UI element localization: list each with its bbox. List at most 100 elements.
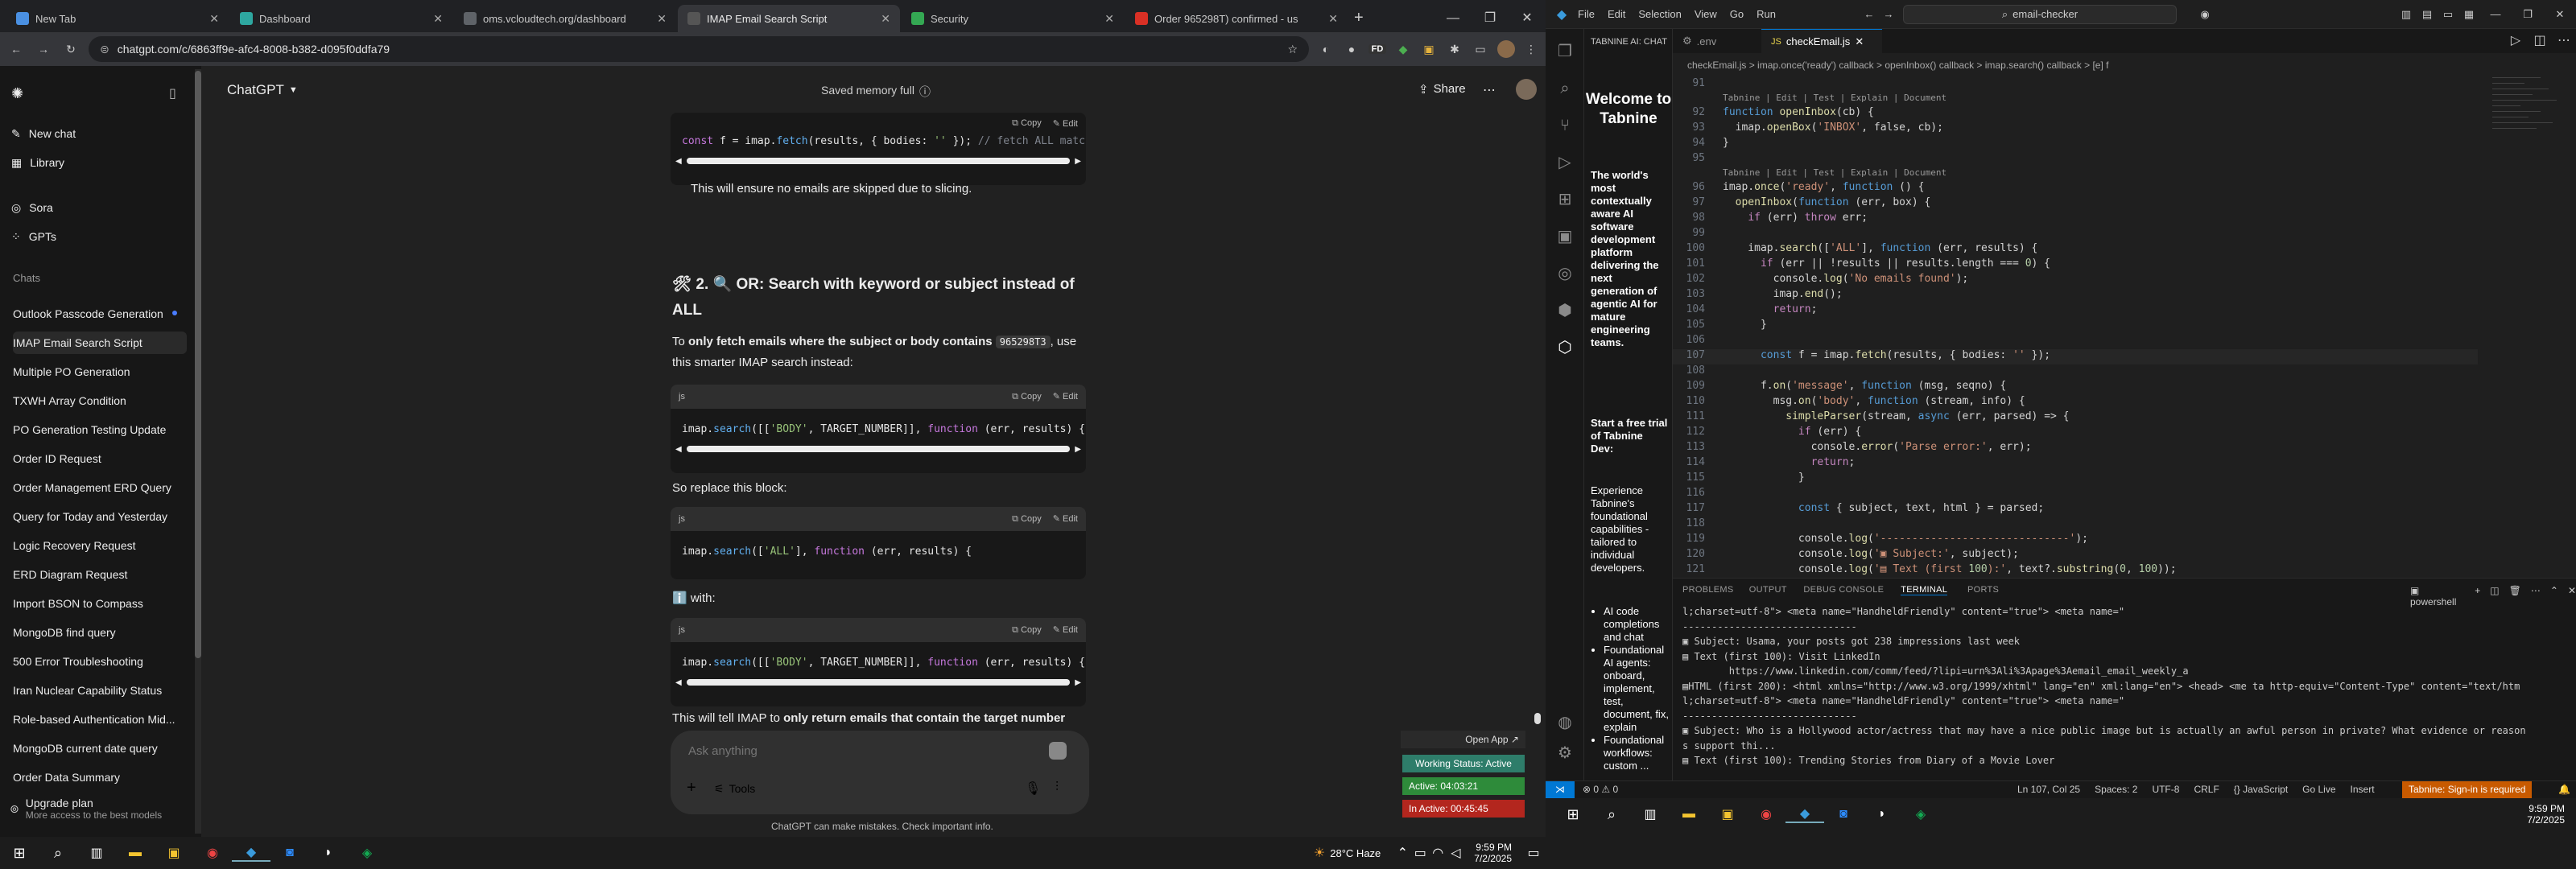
chat-history-item[interactable]: Outlook Passcode Generation — [13, 303, 187, 325]
tray-chevron-icon[interactable]: ⌃ — [1393, 845, 1411, 861]
edit-button[interactable]: ✎ Edit — [1053, 118, 1078, 129]
chrome-icon[interactable]: ◉ — [193, 845, 232, 861]
close-window-icon[interactable]: ✕ — [1509, 10, 1546, 26]
volume-icon[interactable]: ◁ — [1447, 845, 1464, 861]
bookmark-star-icon[interactable]: ☆ — [1287, 43, 1298, 56]
compass-icon[interactable]: ◈ — [1901, 806, 1940, 822]
extensions-puzzle-icon[interactable]: ✱ — [1446, 43, 1463, 56]
minimize-icon[interactable]: — — [2479, 8, 2512, 20]
store-icon[interactable]: ▣ — [1708, 806, 1747, 822]
source-control-icon[interactable]: ⑂ — [1555, 116, 1575, 135]
chat-history-item[interactable]: ERD Diagram Request — [13, 563, 187, 586]
breadcrumb[interactable]: checkEmail.js > imap.once('ready') callb… — [1687, 60, 2108, 71]
sora-button[interactable]: ◎ Sora — [11, 196, 53, 219]
browser-tab[interactable]: oms.vcloudtech.org/dashboard ✕ — [454, 5, 676, 32]
status-item[interactable]: Spaces: 2 — [2095, 784, 2137, 795]
extension-icon[interactable]: ◆ — [1394, 43, 1412, 56]
layout-icon[interactable]: ▥ — [2396, 8, 2417, 21]
gpts-button[interactable]: ⁘ GPTs — [11, 225, 56, 248]
chat-history-item[interactable]: Import BSON to Compass — [13, 592, 187, 615]
new-tab-icon[interactable]: + — [1354, 9, 1364, 27]
forward-icon[interactable]: → — [34, 43, 53, 56]
close-icon[interactable]: ✕ — [433, 12, 443, 26]
menu-item-view[interactable]: View — [1695, 8, 1717, 20]
search-icon[interactable]: ⌕ — [1555, 79, 1575, 98]
chat-history-item[interactable]: 500 Error Troubleshooting — [13, 650, 187, 673]
status-item[interactable]: {} JavaScript — [2234, 784, 2288, 795]
copy-button[interactable]: ⧉ Copy — [1012, 625, 1042, 635]
tools-button[interactable]: ⚟ Tools — [714, 782, 755, 796]
forward-icon[interactable]: → — [1879, 8, 1898, 20]
zoom-icon[interactable]: ◙ — [270, 846, 309, 860]
layout-icon[interactable]: ▤ — [2417, 8, 2438, 21]
docker-icon[interactable]: ⬢ — [1555, 301, 1575, 320]
vscode-icon[interactable]: ◆ — [1785, 805, 1824, 823]
panel-tab-problems[interactable]: PROBLEMS — [1682, 585, 1734, 595]
file-explorer-icon[interactable]: ▬ — [1670, 807, 1708, 822]
network-icon[interactable]: ▭ — [1411, 845, 1429, 861]
status-item[interactable]: Go Live — [2302, 784, 2335, 795]
openai-logo-icon[interactable]: ✺ — [11, 85, 23, 102]
sidebar-scrollbar[interactable] — [195, 69, 201, 834]
chat-history-item[interactable]: MongoDB find query — [13, 621, 187, 644]
split-view-icon[interactable]: ▭ — [1472, 43, 1489, 56]
compass-icon[interactable]: ◈ — [348, 845, 386, 861]
task-view-icon[interactable]: ▥ — [1631, 806, 1670, 822]
open-app-button[interactable]: Open App ↗ — [1401, 731, 1525, 748]
chat-history-item[interactable]: Logic Recovery Request — [13, 534, 187, 557]
chrome-icon[interactable]: ◉ — [1747, 806, 1785, 822]
copy-button[interactable]: ⧉ Copy — [1012, 392, 1042, 402]
menu-item-go[interactable]: Go — [1730, 8, 1744, 20]
run-debug-icon[interactable]: ▷ — [1555, 153, 1575, 172]
model-selector[interactable]: ChatGPT ▼ — [227, 82, 298, 98]
app-icon[interactable]: ◗ — [1863, 807, 1901, 822]
copy-button[interactable]: ⧉ Copy — [1012, 514, 1042, 524]
weather-text[interactable]: 28°C Haze — [1330, 847, 1381, 859]
chat-history-item[interactable]: TXWH Array Condition — [13, 389, 187, 412]
copilot-icon[interactable]: ◉ — [2193, 8, 2217, 21]
panel-tab-debug-console[interactable]: DEBUG CONSOLE — [1803, 585, 1884, 595]
chat-history-item[interactable]: Query for Today and Yesterday — [13, 505, 187, 528]
code-lens[interactable]: Tabnine | Edit | Test | Explain | Docume… — [1723, 167, 1946, 180]
message-input[interactable] — [688, 740, 1010, 761]
minimize-icon[interactable]: — — [1435, 11, 1472, 26]
terminal-output[interactable]: l;charset=utf-8"> <meta name="HandheldFr… — [1673, 603, 2576, 780]
layout-icon[interactable]: ▦ — [2458, 8, 2479, 21]
address-bar[interactable]: ⊜ chatgpt.com/c/6863ff9e-afc4-8008-b382-… — [89, 36, 1309, 62]
browser-tab[interactable]: Dashboard ✕ — [230, 5, 452, 32]
chat-history-item[interactable]: IMAP Email Search Script — [13, 332, 187, 354]
chrome-menu-icon[interactable]: ⋮ — [1523, 43, 1539, 56]
explorer-icon[interactable]: ❐ — [1555, 42, 1575, 61]
more-actions-icon[interactable]: ⋯ — [2552, 29, 2576, 53]
chat-history-item[interactable]: Role-based Authentication Mid... — [13, 708, 187, 731]
menu-item-selection[interactable]: Selection — [1638, 8, 1681, 20]
vscode-icon[interactable]: ◆ — [232, 844, 270, 862]
problems-indicator[interactable]: ⊗ 0 ⚠ 0 — [1583, 784, 1618, 795]
app-icon[interactable]: ◗ — [309, 846, 348, 860]
extension-icon[interactable]: FD — [1368, 44, 1386, 54]
tab-env[interactable]: ⚙ .env — [1673, 29, 1761, 53]
editor[interactable]: ⚙ .env JS checkEmail.js ✕ ▷ ◫ ⋯ checkEmail.… — [1673, 29, 2576, 578]
status-item[interactable]: UTF-8 — [2152, 784, 2179, 795]
reload-icon[interactable]: ↻ — [61, 43, 80, 56]
close-window-icon[interactable]: ✕ — [2544, 8, 2576, 21]
horizontal-scrollbar[interactable]: ◀ ▶ — [671, 155, 1086, 167]
horizontal-scrollbar[interactable]: ◀ ▶ — [671, 443, 1086, 455]
command-search[interactable]: ⌕ email-checker — [1903, 4, 2177, 24]
page-scrollbar[interactable] — [1534, 69, 1542, 834]
close-icon[interactable]: ✕ — [657, 12, 667, 26]
chat-history-item[interactable]: Multiple PO Generation — [13, 360, 187, 383]
chat-history-item[interactable]: Order ID Request — [13, 447, 187, 470]
browser-tab[interactable]: Security ✕ — [902, 5, 1124, 32]
menu-item-edit[interactable]: Edit — [1608, 8, 1625, 20]
attach-plus-icon[interactable]: + — [687, 779, 696, 797]
chat-history-item[interactable]: Order Management ERD Query — [13, 476, 187, 499]
chat-history-item[interactable]: PO Generation Testing Update — [13, 418, 187, 441]
chat-history-item[interactable]: Iran Nuclear Capability Status — [13, 679, 187, 702]
code-area[interactable]: 91 Tabnine | Edit | Test | Explain | Docu… — [1673, 77, 2478, 578]
store-icon[interactable]: ▣ — [155, 845, 193, 861]
library-button[interactable]: ▦ Library — [11, 151, 64, 174]
status-item[interactable]: Insert — [2351, 784, 2375, 795]
browser-tab[interactable]: Order 965298T) confirmed - us ✕ — [1125, 5, 1348, 32]
live-server-icon[interactable]: ◎ — [1555, 264, 1575, 283]
